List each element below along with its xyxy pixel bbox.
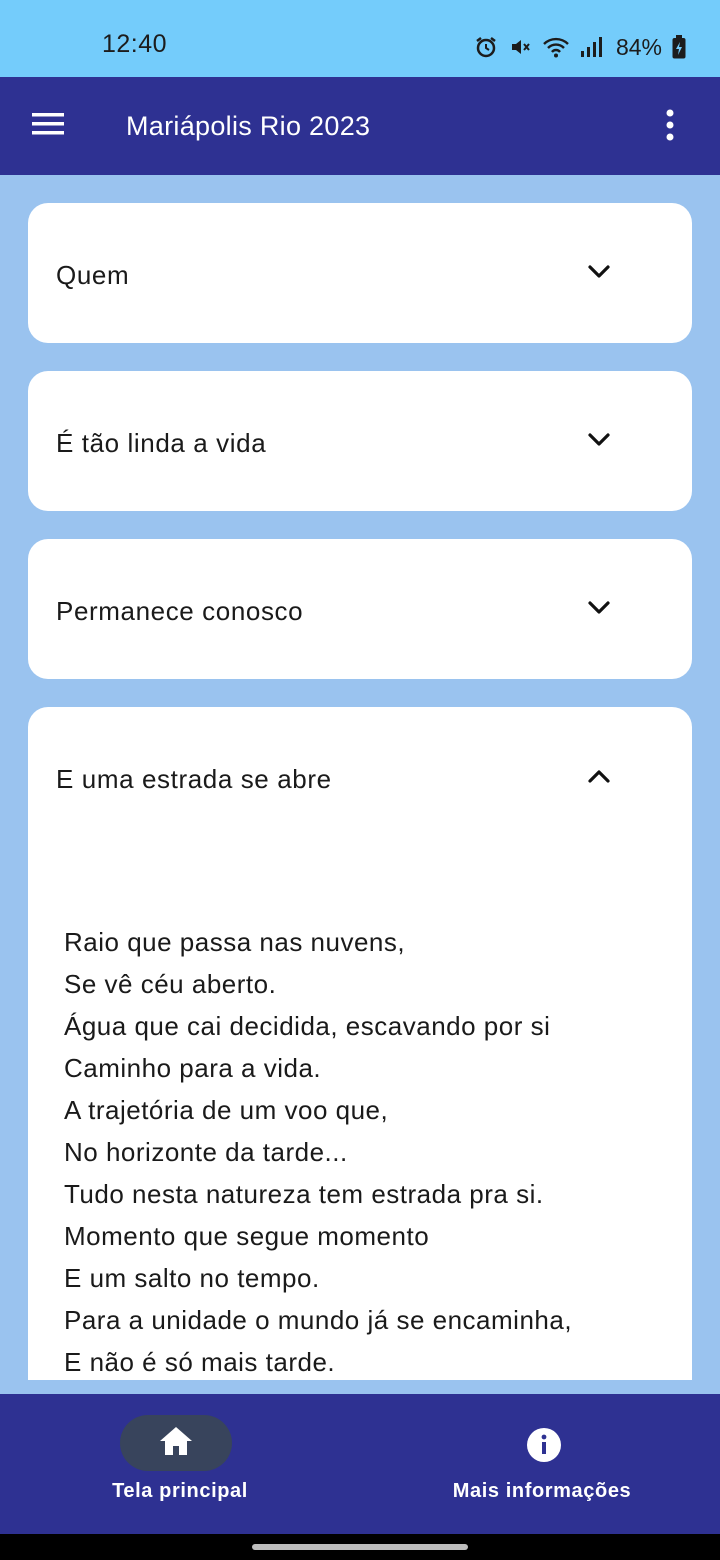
bottom-navigation: Tela principal Mais informações (0, 1394, 720, 1534)
song-lyrics: Raio que passa nas nuvens, Se vê céu abe… (64, 921, 572, 1380)
battery-icon (672, 35, 686, 59)
battery-percentage: 84% (615, 33, 662, 60)
nav-item-tela-principal[interactable]: Tela principal (0, 1394, 360, 1534)
chevron-down-icon[interactable] (584, 425, 614, 455)
song-title: É tão linda a vida (56, 428, 267, 458)
song-card-e-tao-linda-a-vida[interactable]: É tão linda a vida (28, 371, 692, 511)
chevron-up-icon[interactable] (584, 761, 614, 791)
lyric-line: Tudo nesta natureza tem estrada pra si. (64, 1179, 544, 1209)
menu-icon (32, 112, 66, 141)
song-title: Permanece conosco (56, 596, 304, 626)
nav-label: Tela principal (112, 1480, 248, 1502)
lyric-line: Raio que passa nas nuvens, (64, 927, 406, 957)
alarm-icon (474, 35, 498, 59)
song-title: E uma estrada se abre (56, 764, 332, 794)
app-bar: Mariápolis Rio 2023 (0, 77, 720, 175)
lyric-line: No horizonte da tarde... (64, 1137, 348, 1167)
lyric-line: E não é só mais tarde. (64, 1347, 336, 1377)
nav-item-mais-informacoes[interactable]: Mais informações (362, 1394, 720, 1534)
lyric-line: E um salto no tempo. (64, 1263, 320, 1293)
info-icon (524, 1425, 564, 1465)
lyric-line: Água que cai decidida, escavando por si (64, 1011, 551, 1041)
gesture-navigation-area (0, 1534, 720, 1560)
menu-button[interactable] (26, 104, 72, 148)
song-card-e-uma-estrada-se-abre[interactable]: E uma estrada se abre Raio que passa nas… (28, 707, 692, 1380)
lyric-line: Momento que segue momento (64, 1221, 430, 1251)
lyric-line: A trajetória de um voo que, (64, 1095, 389, 1125)
lyric-line: Se vê céu aberto. (64, 969, 277, 999)
nav-label: Mais informações (452, 1480, 632, 1502)
song-list[interactable]: Quem É tão linda a vida Permanece conosc… (0, 175, 720, 1380)
home-icon (158, 1425, 194, 1462)
chevron-down-icon[interactable] (584, 257, 614, 287)
overflow-menu-button[interactable] (650, 105, 690, 149)
status-icons: 84% (474, 32, 686, 62)
status-time: 12:40 (102, 30, 168, 58)
app-title: Mariápolis Rio 2023 (126, 111, 371, 141)
lyric-line: Caminho para a vida. (64, 1053, 322, 1083)
song-card-quem[interactable]: Quem (28, 203, 692, 343)
mute-icon (508, 35, 532, 59)
song-card-permanece-conosco[interactable]: Permanece conosco (28, 539, 692, 679)
status-bar: 12:40 84% (0, 0, 720, 77)
nav-active-indicator (120, 1415, 232, 1471)
wifi-icon (542, 35, 570, 59)
more-vert-icon (665, 109, 675, 146)
chevron-down-icon[interactable] (584, 593, 614, 623)
signal-icon (580, 36, 602, 58)
lyric-line: Para a unidade o mundo já se encaminha, (64, 1305, 573, 1335)
gesture-handle[interactable] (252, 1544, 468, 1550)
song-title: Quem (56, 260, 130, 290)
